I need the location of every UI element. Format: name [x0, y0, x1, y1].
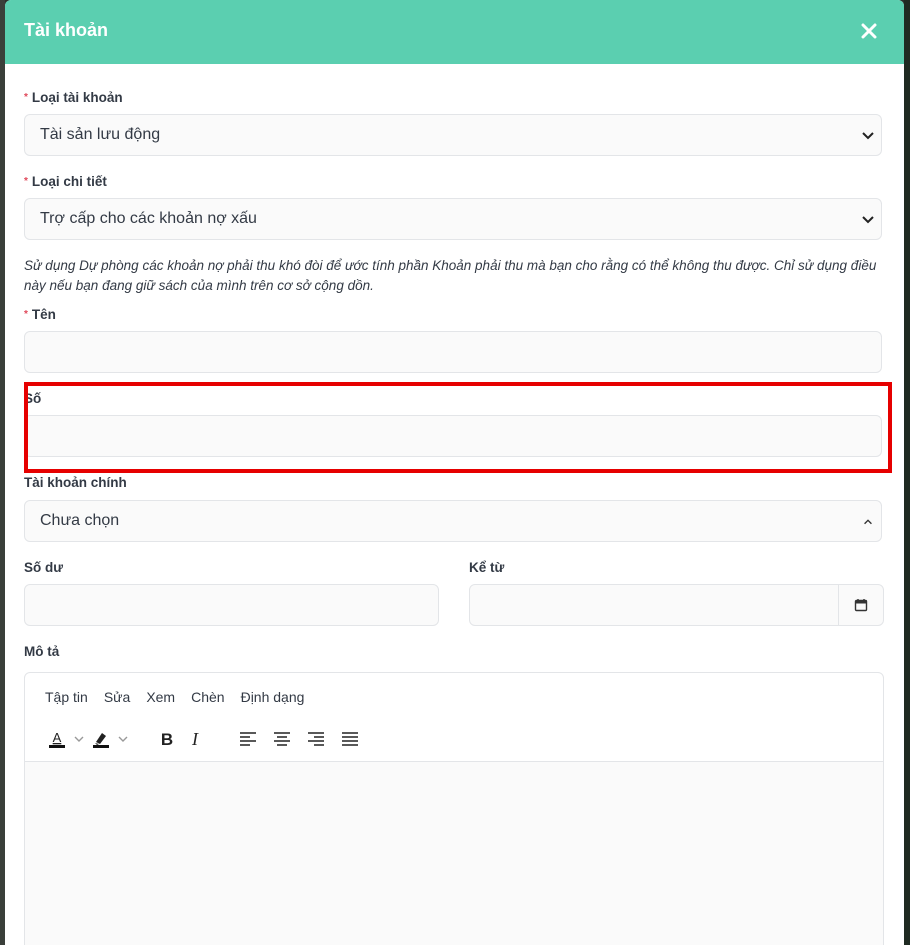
bold-button[interactable]: B	[153, 727, 181, 751]
close-icon	[861, 23, 877, 39]
balance-input[interactable]	[24, 584, 439, 626]
account-type-value: Tài sản lưu động	[40, 126, 161, 143]
editor-menu-bar: Tập tin Sửa Xem Chèn Định dạng	[45, 689, 304, 705]
chevron-up-icon	[864, 519, 872, 525]
modal-header: Tài khoản	[5, 0, 904, 64]
detail-type-label-text: Loại chi tiết	[31, 174, 107, 189]
highlighter-icon	[93, 733, 109, 748]
parent-account-select[interactable]: Chưa chọn	[24, 500, 882, 542]
number-label: Số	[24, 391, 42, 406]
account-modal: Tài khoản * Loại tài khoản Tài sản lưu độ…	[5, 0, 904, 945]
menu-edit[interactable]: Sửa	[104, 689, 131, 705]
as-of-date-input[interactable]	[469, 584, 884, 626]
calendar-icon	[854, 599, 868, 612]
detail-type-label: * Loại chi tiết	[24, 174, 107, 189]
description-label: Mô tả	[24, 644, 60, 659]
number-input[interactable]	[24, 415, 882, 457]
editor-toolbar: A B I	[43, 727, 367, 751]
chevron-down-icon	[74, 736, 84, 742]
text-color-button[interactable]: A	[43, 727, 71, 751]
detail-type-select[interactable]: Trợ cấp cho các khoản nợ xấu	[24, 198, 882, 240]
chevron-down-icon	[862, 216, 874, 224]
italic-button[interactable]: I	[181, 727, 209, 751]
calendar-button[interactable]	[838, 585, 883, 625]
parent-account-label: Tài khoản chính	[24, 475, 127, 490]
account-type-label: * Loại tài khoản	[24, 90, 123, 105]
svg-text:I: I	[191, 729, 199, 749]
highlight-color-button[interactable]	[87, 727, 115, 751]
align-justify-icon	[342, 732, 358, 746]
balance-label: Số dư	[24, 560, 64, 575]
modal-title: Tài khoản	[24, 20, 109, 40]
name-label-text: Tên	[31, 307, 56, 322]
chevron-down-icon	[118, 736, 128, 742]
detail-type-value: Trợ cấp cho các khoản nợ xấu	[40, 210, 257, 227]
backdrop-right	[904, 0, 910, 945]
highlight-color-dropdown[interactable]	[115, 727, 131, 751]
menu-view[interactable]: Xem	[146, 689, 175, 705]
detail-type-description: Sử dụng Dự phòng các khoản nợ phải thu k…	[24, 258, 877, 293]
text-color-dropdown[interactable]	[71, 727, 87, 751]
as-of-label: Kể từ	[469, 560, 505, 575]
required-marker: *	[24, 176, 28, 187]
required-marker: *	[24, 309, 28, 320]
svg-text:A: A	[53, 730, 62, 745]
name-label: * Tên	[24, 307, 56, 322]
align-center-button[interactable]	[265, 727, 299, 751]
align-right-button[interactable]	[299, 727, 333, 751]
close-button[interactable]	[856, 18, 882, 44]
account-type-label-text: Loại tài khoản	[31, 90, 123, 105]
parent-account-value: Chưa chọn	[40, 512, 120, 529]
italic-icon: I	[191, 729, 199, 749]
align-left-icon	[240, 732, 256, 746]
menu-file[interactable]: Tập tin	[45, 689, 88, 705]
required-marker: *	[24, 92, 28, 103]
menu-insert[interactable]: Chèn	[191, 689, 224, 705]
justify-button[interactable]	[333, 727, 367, 751]
name-input[interactable]	[24, 331, 882, 373]
align-right-icon	[308, 732, 324, 746]
chevron-down-icon	[862, 132, 874, 140]
align-left-button[interactable]	[231, 727, 265, 751]
bold-icon: B	[161, 730, 173, 749]
editor-content-area[interactable]	[25, 761, 883, 945]
align-center-icon	[274, 732, 290, 746]
menu-format[interactable]: Định dạng	[241, 689, 305, 705]
description-editor: Tập tin Sửa Xem Chèn Định dạng A B I	[24, 672, 884, 945]
text-color-icon: A	[49, 730, 65, 748]
svg-text:B: B	[161, 730, 173, 749]
account-type-select[interactable]: Tài sản lưu động	[24, 114, 882, 156]
